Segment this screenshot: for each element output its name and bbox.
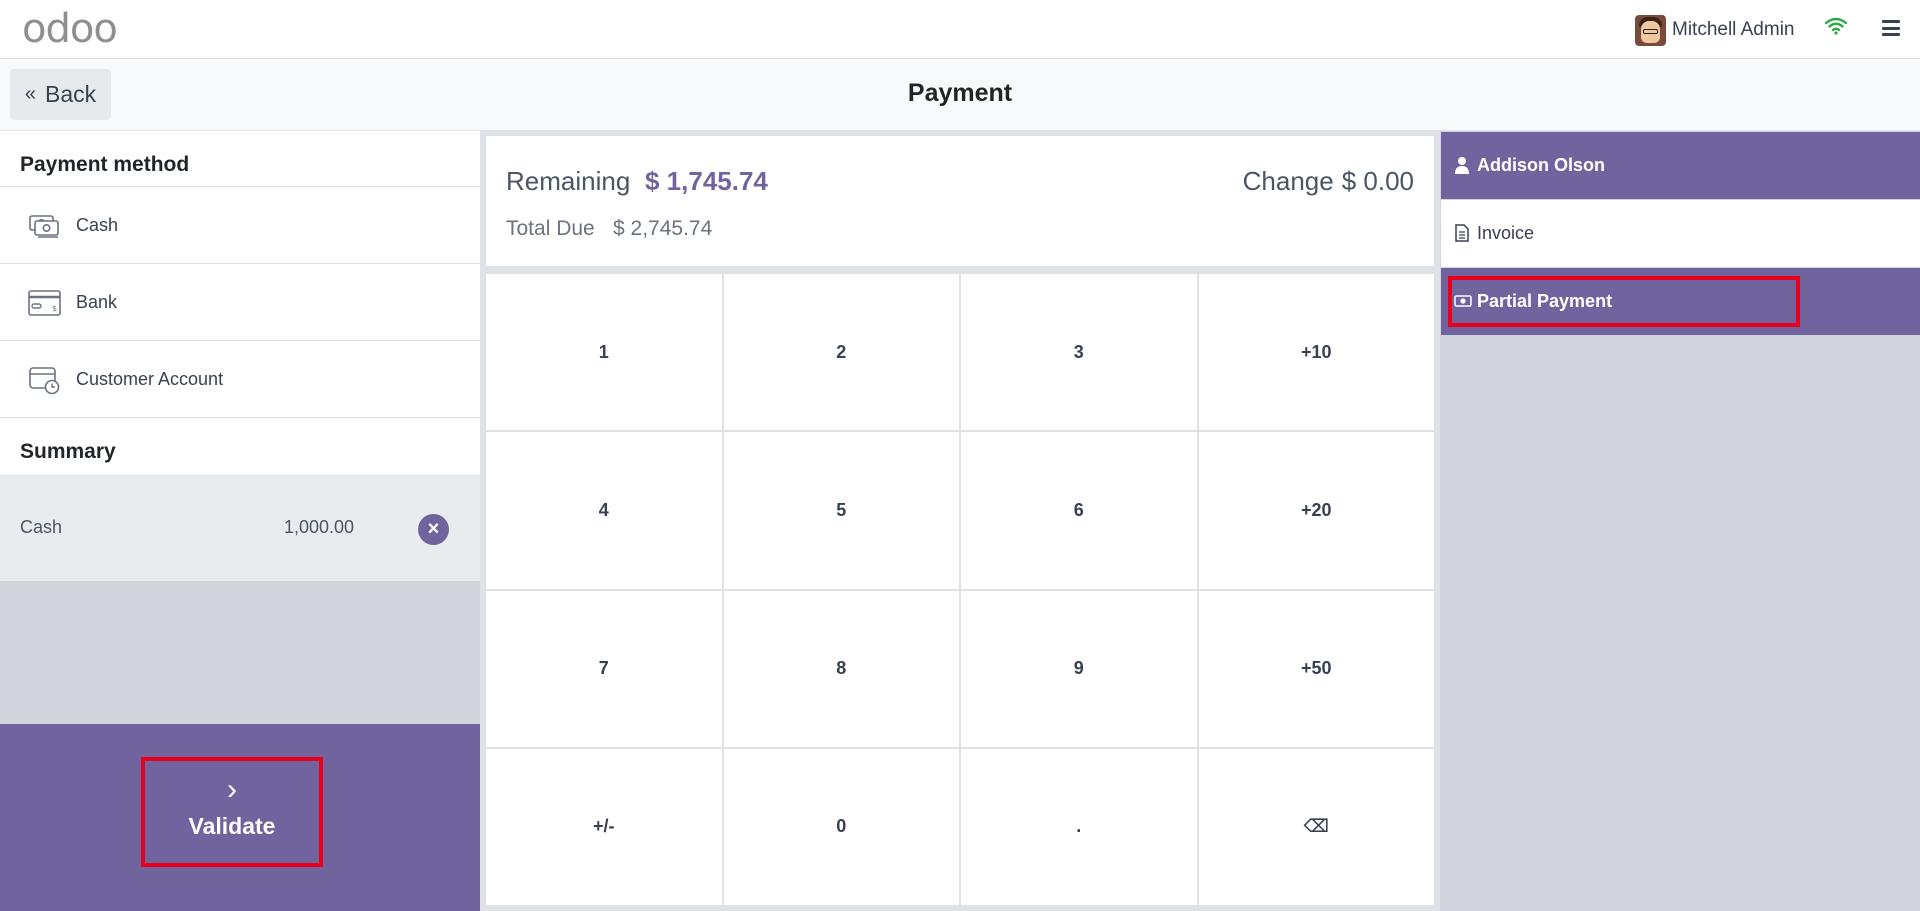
customer-account-icon <box>29 367 60 395</box>
payment-method-title: Payment method <box>20 153 190 176</box>
payment-method-customer-account[interactable]: Customer Account <box>0 341 480 418</box>
payment-method-label: Cash <box>76 215 119 235</box>
payment-method-bank[interactable]: $ Bank <box>0 264 480 341</box>
numpad-key-8[interactable]: 8 <box>723 590 959 747</box>
payment-method-header: Payment method <box>0 131 480 187</box>
delete-line-icon[interactable]: × <box>418 514 449 545</box>
partial-payment-label: Partial Payment <box>1477 291 1613 311</box>
total-due-label: Total Due <box>506 217 595 240</box>
file-text-icon <box>1455 224 1469 242</box>
numpad-key-2[interactable]: 2 <box>723 274 959 431</box>
back-button[interactable]: « Back <box>10 69 111 120</box>
numpad: 1 2 3 +10 4 5 6 +20 7 8 9 +50 +/- 0 . ⌫ <box>486 274 1434 905</box>
numpad-key-1[interactable]: 1 <box>486 274 722 431</box>
cash-icon <box>29 215 59 238</box>
numpad-key-6[interactable]: 6 <box>961 432 1197 589</box>
hamburger-menu-icon[interactable] <box>1882 20 1900 36</box>
remaining-label: Remaining <box>506 166 631 196</box>
left-panel: Payment method Cash $ Bank Customer Acco… <box>0 131 480 911</box>
summary-header: Summary <box>0 418 480 476</box>
user-menu[interactable]: Mitchell Admin <box>1635 14 1795 46</box>
remaining-value: $ 1,745.74 <box>645 166 768 196</box>
numpad-key-3[interactable]: 3 <box>961 274 1197 431</box>
validate-button[interactable]: › Validate <box>141 757 323 867</box>
numpad-key-5[interactable]: 5 <box>723 432 959 589</box>
user-icon <box>1455 157 1469 174</box>
double-chevron-left-icon: « <box>24 83 36 105</box>
back-label: Back <box>44 81 97 107</box>
chevron-right-icon: › <box>227 773 237 806</box>
numpad-key-9[interactable]: 9 <box>961 590 1197 747</box>
payment-line-method: Cash <box>20 517 63 537</box>
partial-payment-button[interactable]: Partial Payment <box>1441 268 1920 335</box>
payment-method-label: Bank <box>76 292 118 312</box>
validate-label: Validate <box>188 813 276 839</box>
payment-status: Remaining $ 1,745.74 Total Due $ 2,745.7… <box>486 136 1434 266</box>
customer-name: Addison Olson <box>1477 155 1605 175</box>
invoice-button[interactable]: Invoice <box>1441 200 1920 267</box>
page-title: Payment <box>907 79 1013 107</box>
numpad-key-decimal[interactable]: . <box>961 748 1197 905</box>
svg-text:$: $ <box>52 304 57 313</box>
change-display: Change $ 0.00 <box>1243 166 1414 197</box>
numpad-key-plus10[interactable]: +10 <box>1198 274 1434 431</box>
numpad-key-plus-minus[interactable]: +/- <box>486 748 722 905</box>
change-label: Change <box>1242 166 1334 196</box>
right-panel: Addison Olson Invoice Partial Payment <box>1440 131 1920 911</box>
odoo-logo[interactable]: odoo <box>22 6 118 52</box>
numpad-key-plus50[interactable]: +50 <box>1198 590 1434 747</box>
user-avatar <box>1635 14 1666 46</box>
numpad-key-7[interactable]: 7 <box>486 590 722 747</box>
invoice-label: Invoice <box>1477 223 1535 243</box>
customer-button[interactable]: Addison Olson <box>1441 132 1920 199</box>
summary-title: Summary <box>20 440 116 463</box>
payment-line-amount: 1,000.00 <box>284 517 355 537</box>
numpad-key-4[interactable]: 4 <box>486 432 722 589</box>
payment-method-label: Customer Account <box>76 369 224 389</box>
bank-card-icon: $ <box>28 290 61 316</box>
total-due-value: $ 2,745.74 <box>613 217 713 240</box>
payment-line[interactable]: Cash 1,000.00 × <box>0 476 480 581</box>
logo-text: odoo <box>22 6 118 52</box>
numpad-key-plus20[interactable]: +20 <box>1198 432 1434 589</box>
top-navbar: odoo Mitchell Admin <box>0 0 1920 59</box>
change-value: $ 0.00 <box>1341 166 1414 196</box>
payment-method-cash[interactable]: Cash <box>0 187 480 264</box>
validate-area: › Validate <box>0 724 480 911</box>
backspace-icon[interactable]: ⌫ <box>1198 748 1434 905</box>
wifi-icon[interactable] <box>1825 17 1847 35</box>
control-bar: « Back Payment <box>0 59 1920 131</box>
numpad-key-0[interactable]: 0 <box>723 748 959 905</box>
center-panel: Remaining $ 1,745.74 Total Due $ 2,745.7… <box>480 131 1440 911</box>
money-bill-icon <box>1454 295 1472 307</box>
user-name: Mitchell Admin <box>1672 19 1795 40</box>
